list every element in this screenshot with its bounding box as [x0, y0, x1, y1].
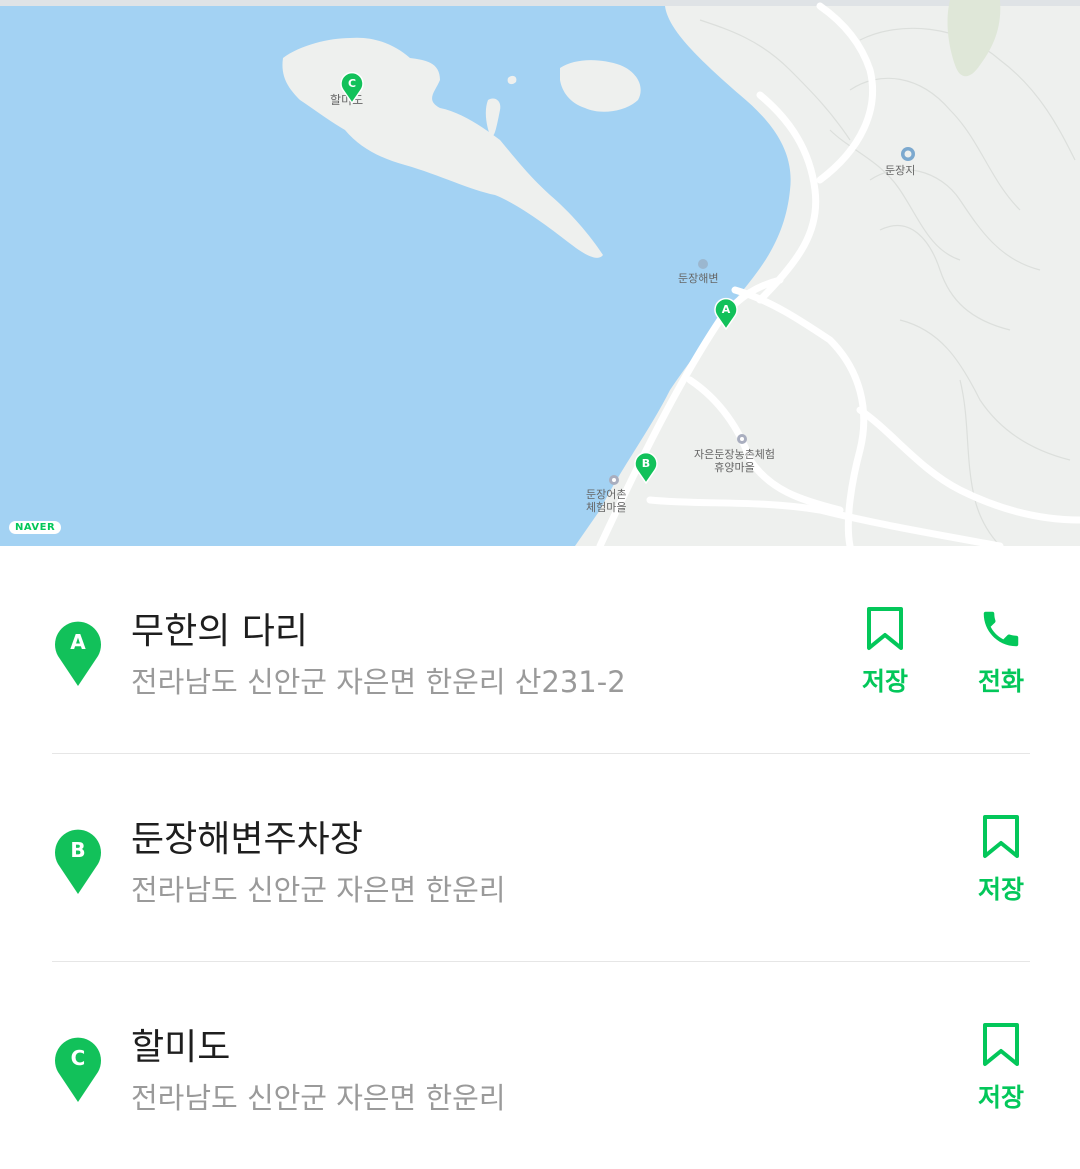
save-label: 저장 — [977, 875, 1024, 904]
place-list: A 무한의 다리 전라남도 신안군 자은면 한운리 산231-2 저장 전화 B… — [0, 546, 1080, 1162]
save-label: 저장 — [977, 1083, 1024, 1112]
map-view[interactable]: 둔장지 둔장해변 자은둔장농촌체험 휴양마을 둔장어촌 체험마을 할미도 C A… — [0, 0, 1080, 546]
naver-logo: NAVER — [9, 521, 62, 534]
map-marker-b-letter: B — [642, 457, 650, 470]
place-name[interactable]: 무한의 다리 — [131, 602, 308, 654]
save-label: 저장 — [861, 667, 908, 696]
pin-letter: A — [70, 630, 86, 654]
place-name[interactable]: 할미도 — [131, 1018, 230, 1070]
save-button[interactable]: 저장 — [845, 606, 925, 698]
bookmark-icon — [983, 815, 1019, 858]
map-pin-icon: A — [55, 621, 101, 686]
beach-icon — [698, 259, 708, 269]
place-address: 전라남도 신안군 자은면 한운리 — [131, 873, 506, 907]
save-button[interactable]: 저장 — [961, 1022, 1041, 1114]
map-marker-c[interactable]: C — [339, 70, 365, 104]
map-marker-b[interactable]: B — [633, 450, 659, 484]
bookmark-icon — [983, 1023, 1019, 1066]
bookmark-icon — [867, 607, 903, 650]
map-label-fishing-village: 둔장어촌 체험마을 — [586, 488, 627, 514]
list-item[interactable]: C 할미도 전라남도 신안군 자은면 한운리 저장 — [0, 962, 1080, 1169]
map-marker-c-letter: C — [348, 77, 356, 90]
call-button[interactable]: 전화 — [961, 606, 1041, 698]
map-label-dunjang-beach: 둔장해변 — [678, 272, 719, 285]
village-icon — [737, 434, 747, 444]
map-marker-a[interactable]: A — [713, 296, 739, 330]
place-name[interactable]: 둔장해변주차장 — [131, 810, 363, 862]
map-label-farm-village: 자은둔장농촌체험 휴양마을 — [694, 448, 775, 474]
map-pin-icon: B — [55, 829, 101, 894]
pin-letter: B — [70, 838, 85, 862]
phone-icon — [983, 611, 1019, 647]
pin-letter: C — [71, 1046, 86, 1070]
save-button[interactable]: 저장 — [961, 814, 1041, 906]
map-pin-icon: C — [55, 1037, 101, 1102]
list-item[interactable]: A 무한의 다리 전라남도 신안군 자은면 한운리 산231-2 저장 전화 — [0, 546, 1080, 753]
map-background — [0, 0, 1080, 546]
map-label-dunjangji: 둔장지 — [885, 164, 916, 177]
list-item[interactable]: B 둔장해변주차장 전라남도 신안군 자은면 한운리 저장 — [0, 754, 1080, 961]
place-address: 전라남도 신안군 자은면 한운리 — [131, 1081, 506, 1115]
place-address: 전라남도 신안군 자은면 한운리 산231-2 — [131, 665, 626, 699]
fishing-village-icon — [609, 475, 619, 485]
call-label: 전화 — [977, 667, 1024, 696]
map-marker-a-letter: A — [722, 303, 731, 316]
reservoir-icon — [901, 147, 915, 161]
